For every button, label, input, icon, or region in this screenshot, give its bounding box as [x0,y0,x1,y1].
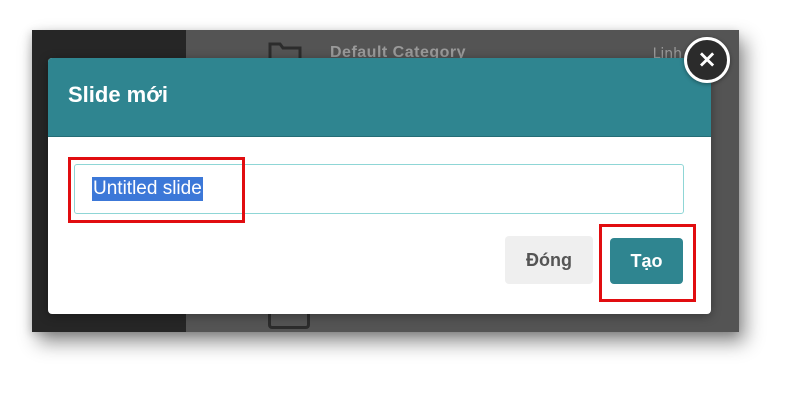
highlight-input-box [68,157,245,223]
dialog-header: Slide mới [48,58,711,137]
dialog-title: Slide mới [68,82,168,107]
close-icon[interactable]: × [684,37,730,83]
close-button[interactable]: Đóng [505,236,593,284]
highlight-create-box [599,224,696,302]
